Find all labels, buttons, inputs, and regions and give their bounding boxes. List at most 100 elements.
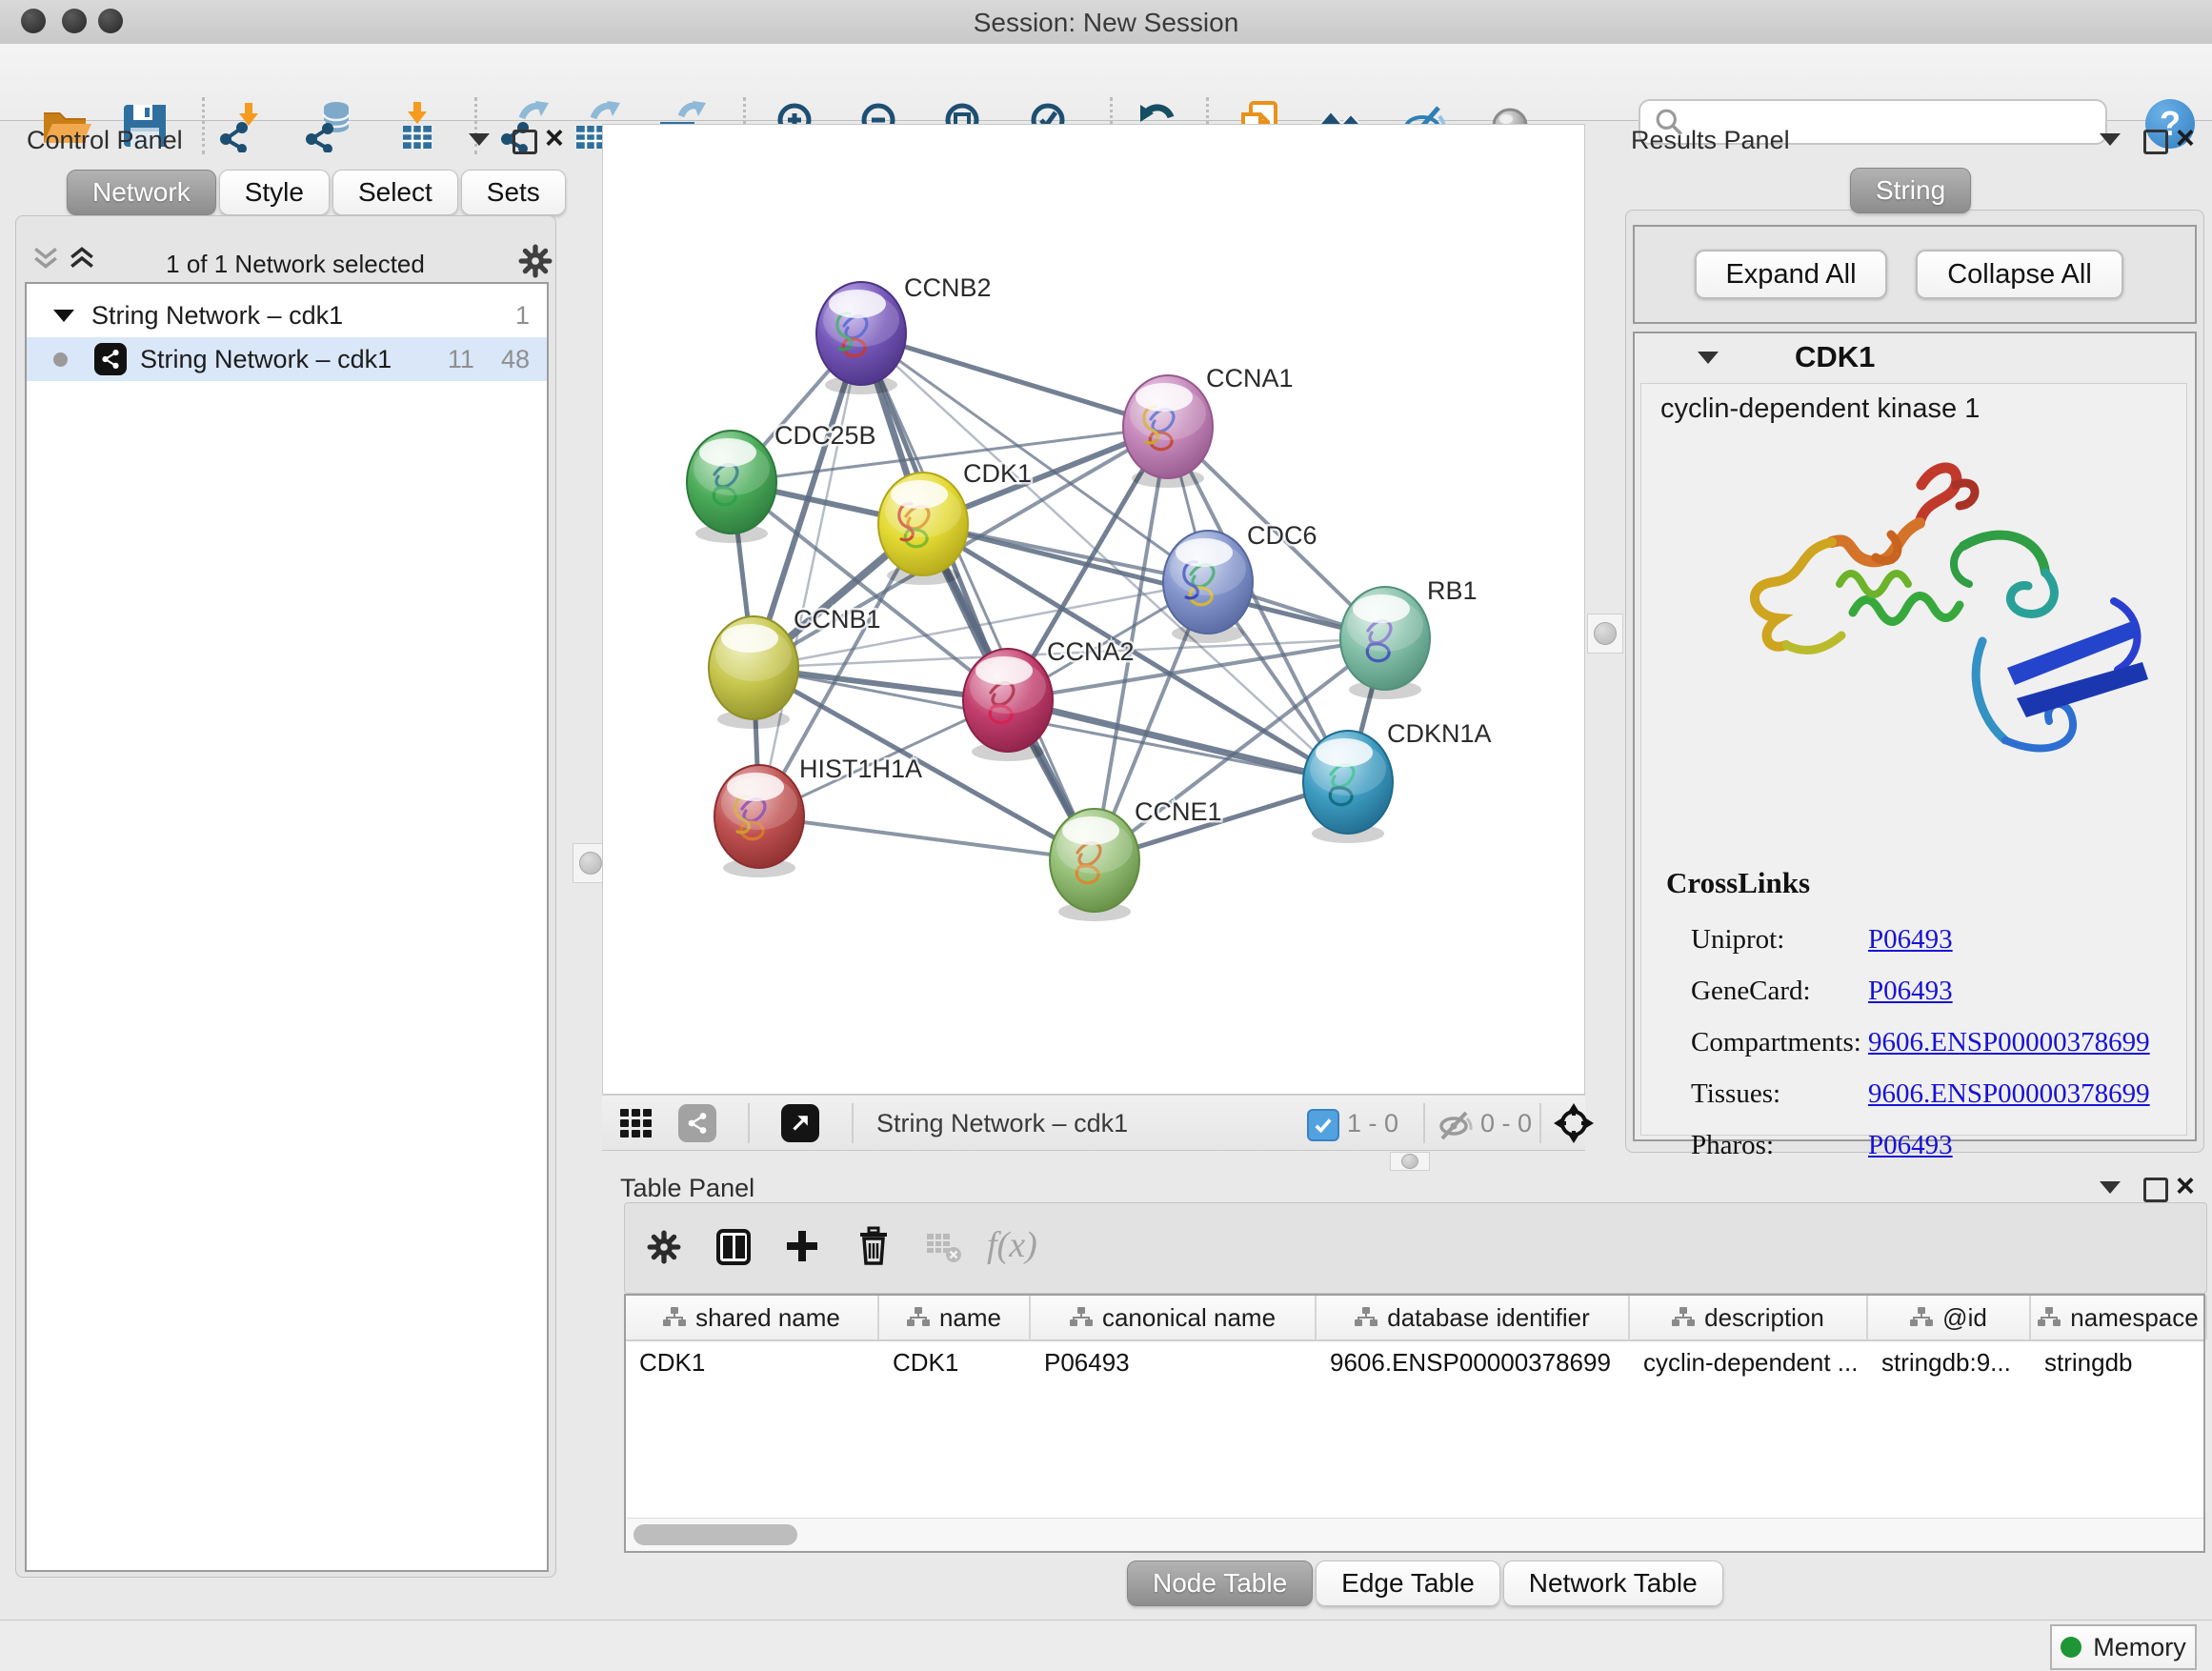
network-canvas[interactable]: CCNB2CCNA1CDC25BCDK1CDC6RB1CCNB1CCNA2CDK… — [602, 124, 1585, 1095]
table-panel-menu-icon[interactable] — [2100, 1181, 2121, 1194]
network-node-CDKN1A[interactable]: CDKN1A — [1303, 719, 1492, 843]
tab-select[interactable]: Select — [332, 170, 458, 215]
table-cell[interactable]: P06493 — [1031, 1341, 1317, 1383]
bottom-splitter-handle[interactable] — [1390, 1152, 1430, 1171]
collapse-all-networks-icon[interactable] — [32, 246, 59, 275]
column-header-namespace[interactable]: namespace — [2031, 1296, 2207, 1339]
import-network-database-icon[interactable] — [302, 99, 355, 152]
table-cell[interactable]: CDK1 — [626, 1341, 879, 1383]
table-cell[interactable]: 9606.ENSP00000378699 — [1317, 1341, 1630, 1383]
table-cell[interactable]: CDK1 — [879, 1341, 1031, 1383]
crosslink-value[interactable]: 9606.ENSP00000378699 — [1868, 1027, 2150, 1058]
network-status-dot — [53, 352, 68, 367]
tab-sets[interactable]: Sets — [461, 170, 566, 215]
network-node-CCNA2[interactable]: CCNA2 — [963, 637, 1135, 761]
show-columns-icon[interactable] — [715, 1228, 752, 1271]
network-node-CCNA1[interactable]: CCNA1 — [1123, 364, 1294, 488]
tab-network-table[interactable]: Network Table — [1503, 1560, 1723, 1606]
gene-card-collapse-icon[interactable] — [1698, 352, 1719, 364]
control-panel-close-icon[interactable]: × — [545, 126, 564, 151]
delete-table-icon[interactable] — [925, 1230, 963, 1269]
node-table: shared namenamecanonical namedatabase id… — [624, 1294, 2205, 1553]
network-node-CCNB2[interactable]: CCNB2 — [816, 273, 992, 394]
right-splitter-handle[interactable] — [1587, 614, 1623, 654]
tab-network[interactable]: Network — [67, 170, 216, 215]
network-node-CDC25B[interactable]: CDC25B — [687, 421, 876, 543]
control-panel-tabs: NetworkStyleSelectSets — [67, 170, 569, 215]
results-panel-menu-icon[interactable] — [2100, 133, 2121, 146]
selected-nodes-checkbox[interactable] — [1307, 1109, 1339, 1141]
function-builder-icon[interactable]: f(x) — [987, 1224, 1037, 1266]
delete-column-trash-icon[interactable] — [856, 1226, 891, 1271]
detach-view-icon[interactable] — [781, 1104, 819, 1142]
column-header-shared-name[interactable]: shared name — [626, 1296, 879, 1339]
table-hscrollbar[interactable] — [626, 1518, 2203, 1551]
gene-card-header[interactable]: CDK1 — [1635, 333, 2195, 381]
crosslink-value[interactable]: P06493 — [1868, 976, 1953, 1007]
tab-edge-table[interactable]: Edge Table — [1316, 1560, 1500, 1606]
import-network-file-icon[interactable] — [216, 99, 270, 152]
network-node-CCNE1[interactable]: CCNE1 — [1050, 797, 1222, 921]
import-table-icon[interactable] — [391, 99, 444, 152]
memory-button[interactable]: Memory — [2050, 1624, 2197, 1670]
toolbar-divider — [474, 97, 477, 154]
main-toolbar: ? — [0, 44, 2212, 121]
status-bar: Memory — [0, 1620, 2212, 1671]
table-cell[interactable]: stringdb — [2031, 1341, 2207, 1383]
network-node-HIST1H1A[interactable]: HIST1H1A — [714, 755, 922, 877]
collection-label: String Network – cdk1 — [91, 301, 343, 331]
control-panel-menu-icon[interactable] — [469, 133, 490, 146]
crosslink-value[interactable]: P06493 — [1868, 924, 1953, 956]
results-panel-close-icon[interactable]: × — [2176, 126, 2195, 151]
network-selection-status: 1 of 1 Network selected — [114, 250, 476, 279]
table-hscrollbar-thumb[interactable] — [633, 1524, 797, 1545]
crosslink-label: Compartments: — [1691, 1027, 1868, 1058]
grid-view-icon[interactable] — [619, 1107, 654, 1144]
table-cell[interactable]: cyclin-dependent ... — [1630, 1341, 1868, 1383]
network-edge-CCNB2-HIST1H1A[interactable] — [759, 333, 861, 816]
control-panel-title: Control Panel — [27, 126, 183, 155]
network-edge-HIST1H1A-CCNE1[interactable] — [759, 816, 1095, 860]
network-edge-CCNB2-CCNA1[interactable] — [861, 333, 1168, 427]
control-panel-float-icon[interactable] — [513, 130, 537, 154]
memory-label: Memory — [2093, 1633, 2186, 1662]
network-collection-row[interactable]: String Network – cdk1 1 — [27, 293, 547, 337]
expand-all-networks-icon[interactable] — [69, 246, 95, 275]
netbar-divider — [1539, 1103, 1541, 1143]
table-panel-title: Table Panel — [620, 1174, 754, 1203]
results-panel-float-icon[interactable] — [2143, 130, 2168, 154]
crosslink-value[interactable]: 9606.ENSP00000378699 — [1868, 1078, 2150, 1110]
column-header-id[interactable]: @id — [1868, 1296, 2031, 1339]
column-header-name[interactable]: name — [879, 1296, 1031, 1339]
table-cell[interactable]: stringdb:9... — [1868, 1341, 2031, 1383]
hidden-elements-eye-icon[interactable] — [1437, 1107, 1475, 1146]
crosslink-row: GeneCard:P06493 — [1691, 965, 2167, 1017]
node-label-CCNB1: CCNB1 — [794, 605, 881, 634]
node-label-CDC6: CDC6 — [1247, 521, 1317, 550]
collection-expand-icon[interactable] — [53, 310, 74, 322]
network-node-RB1[interactable]: RB1 — [1340, 576, 1478, 699]
add-column-icon[interactable] — [784, 1228, 820, 1269]
table-panel-close-icon[interactable]: × — [2176, 1174, 2195, 1198]
node-label-CDKN1A: CDKN1A — [1387, 719, 1492, 748]
crosslink-label: Tissues: — [1691, 1078, 1868, 1110]
tab-node-table[interactable]: Node Table — [1127, 1560, 1313, 1606]
network-row-selected[interactable]: String Network – cdk1 11 48 — [27, 337, 547, 381]
network-options-gear-icon[interactable] — [518, 244, 553, 283]
expand-all-button[interactable]: Expand All — [1695, 250, 1887, 299]
table-row[interactable]: CDK1CDK1P064939606.ENSP00000378699cyclin… — [626, 1341, 2203, 1383]
selected-count: 1 - 0 — [1347, 1109, 1398, 1138]
table-gear-icon[interactable] — [647, 1230, 681, 1269]
network-share-view-icon[interactable] — [678, 1104, 716, 1142]
crosslink-value[interactable]: P06493 — [1868, 1130, 1953, 1161]
table-panel-float-icon[interactable] — [2143, 1178, 2168, 1202]
fit-content-crosshair-icon[interactable] — [1553, 1102, 1595, 1149]
network-view-title: String Network – cdk1 — [876, 1109, 1128, 1138]
collapse-all-button[interactable]: Collapse All — [1916, 250, 2123, 299]
tab-string[interactable]: String — [1850, 168, 1971, 213]
network-node-CCNB1[interactable]: CCNB1 — [709, 605, 881, 729]
tab-style[interactable]: Style — [219, 170, 330, 215]
column-header-database-identifier[interactable]: database identifier — [1317, 1296, 1630, 1339]
column-header-description[interactable]: description — [1630, 1296, 1868, 1339]
column-header-canonical-name[interactable]: canonical name — [1031, 1296, 1317, 1339]
